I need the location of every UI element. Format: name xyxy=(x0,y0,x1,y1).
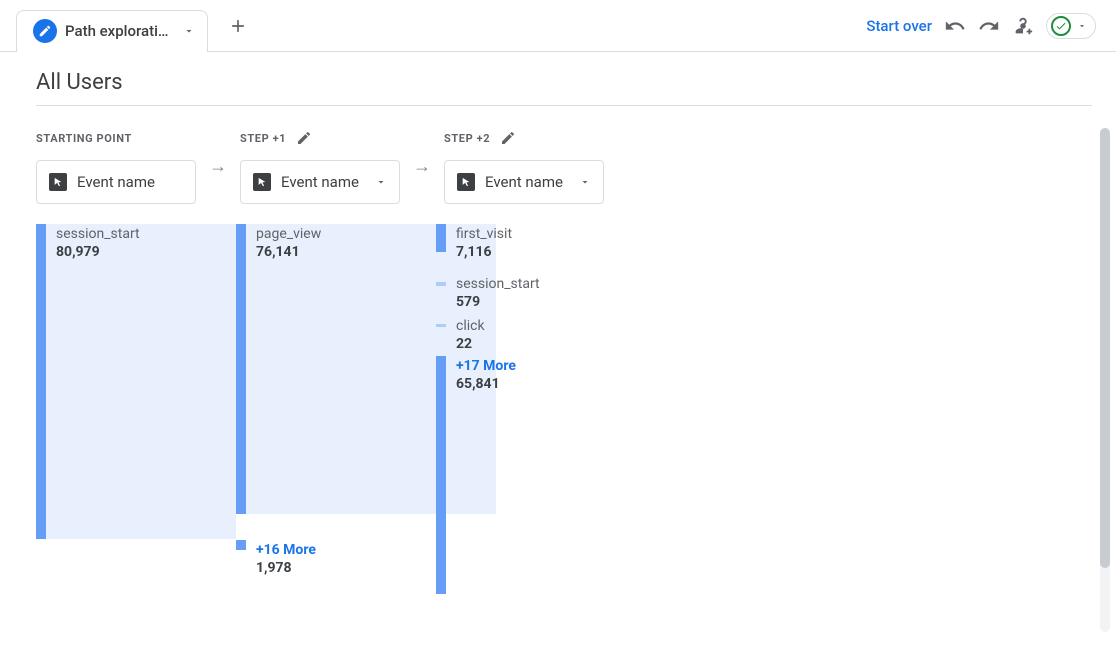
node-value: 80,979 xyxy=(56,244,140,260)
step-column-1: STEP +1 Event name xyxy=(240,128,400,204)
node-type-label: Event name xyxy=(77,173,155,191)
edit-step-button[interactable] xyxy=(296,130,312,146)
node-label: click xyxy=(456,318,485,334)
node-value: 579 xyxy=(456,294,540,310)
sankey-node[interactable]: page_view 76,141 xyxy=(236,224,321,514)
node-value: 22 xyxy=(456,336,485,352)
sankey-node-more[interactable]: +16 More 1,978 xyxy=(236,540,316,576)
node-type-label: Event name xyxy=(281,173,359,191)
cursor-icon xyxy=(457,173,475,191)
cursor-icon xyxy=(253,173,271,191)
sankey-node[interactable]: session_start 579 xyxy=(436,274,540,310)
arrow-icon: → xyxy=(400,144,444,188)
more-link[interactable]: +16 More xyxy=(256,542,316,558)
cursor-icon xyxy=(49,173,67,191)
pencil-icon xyxy=(33,19,57,43)
step-column-2: STEP +2 Event name xyxy=(444,128,604,204)
arrow-icon: → xyxy=(196,144,240,188)
caret-down-icon xyxy=(579,176,591,188)
node-type-selector-1[interactable]: Event name xyxy=(240,160,400,204)
node-type-selector-2[interactable]: Event name xyxy=(444,160,604,204)
sankey-node-more[interactable]: +17 More 65,841 xyxy=(436,356,516,594)
step-header: STEP +1 xyxy=(240,132,286,145)
scrollbar-thumb[interactable] xyxy=(1100,128,1110,568)
node-bar xyxy=(236,224,246,514)
step-header: STEP +2 xyxy=(444,132,490,145)
tab-menu-caret-icon[interactable] xyxy=(183,25,195,37)
exploration-canvas: All Users STARTING POINT Event name → ST… xyxy=(0,52,1116,672)
node-value: 76,141 xyxy=(256,244,321,260)
redo-button[interactable] xyxy=(978,15,1000,37)
node-type-selector-0[interactable]: Event name xyxy=(36,160,196,204)
top-toolbar: Path explorati… Start over xyxy=(0,0,1116,52)
node-bar xyxy=(236,540,246,550)
share-button[interactable] xyxy=(1012,15,1034,37)
undo-button[interactable] xyxy=(944,15,966,37)
segment-title: All Users xyxy=(36,70,1092,106)
node-bar xyxy=(436,324,446,327)
start-over-button[interactable]: Start over xyxy=(866,17,932,35)
node-label: session_start xyxy=(56,226,140,242)
tab-label: Path explorati… xyxy=(65,22,169,40)
check-circle-icon xyxy=(1051,16,1071,36)
node-value: 65,841 xyxy=(456,376,516,392)
node-bar xyxy=(436,356,446,594)
path-columns: STARTING POINT Event name → STEP +1 xyxy=(36,128,1092,204)
add-tab-button[interactable] xyxy=(218,6,258,46)
edit-step-button[interactable] xyxy=(500,130,516,146)
tab-active[interactable]: Path explorati… xyxy=(16,10,208,52)
node-bar xyxy=(36,224,46,539)
caret-down-icon xyxy=(1077,21,1087,31)
sankey-node[interactable]: click 22 xyxy=(436,316,485,352)
sample-status-menu[interactable] xyxy=(1046,13,1096,39)
step-column-0: STARTING POINT Event name xyxy=(36,128,196,204)
node-type-label: Event name xyxy=(485,173,563,191)
node-bar xyxy=(436,282,446,286)
sankey-node[interactable]: first_visit 7,116 xyxy=(436,224,512,260)
caret-down-icon xyxy=(375,176,387,188)
top-actions: Start over xyxy=(866,13,1108,39)
step-header: STARTING POINT xyxy=(36,132,132,145)
node-value: 7,116 xyxy=(456,244,512,260)
node-label: page_view xyxy=(256,226,321,242)
node-value: 1,978 xyxy=(256,560,316,576)
vertical-scrollbar[interactable] xyxy=(1100,128,1110,632)
sankey-diagram: session_start 80,979 page_view 76,141 +1… xyxy=(36,224,1092,644)
node-label: session_start xyxy=(456,276,540,292)
sankey-node[interactable]: session_start 80,979 xyxy=(36,224,140,539)
more-link[interactable]: +17 More xyxy=(456,358,516,374)
node-label: first_visit xyxy=(456,226,512,242)
node-bar xyxy=(436,224,446,252)
